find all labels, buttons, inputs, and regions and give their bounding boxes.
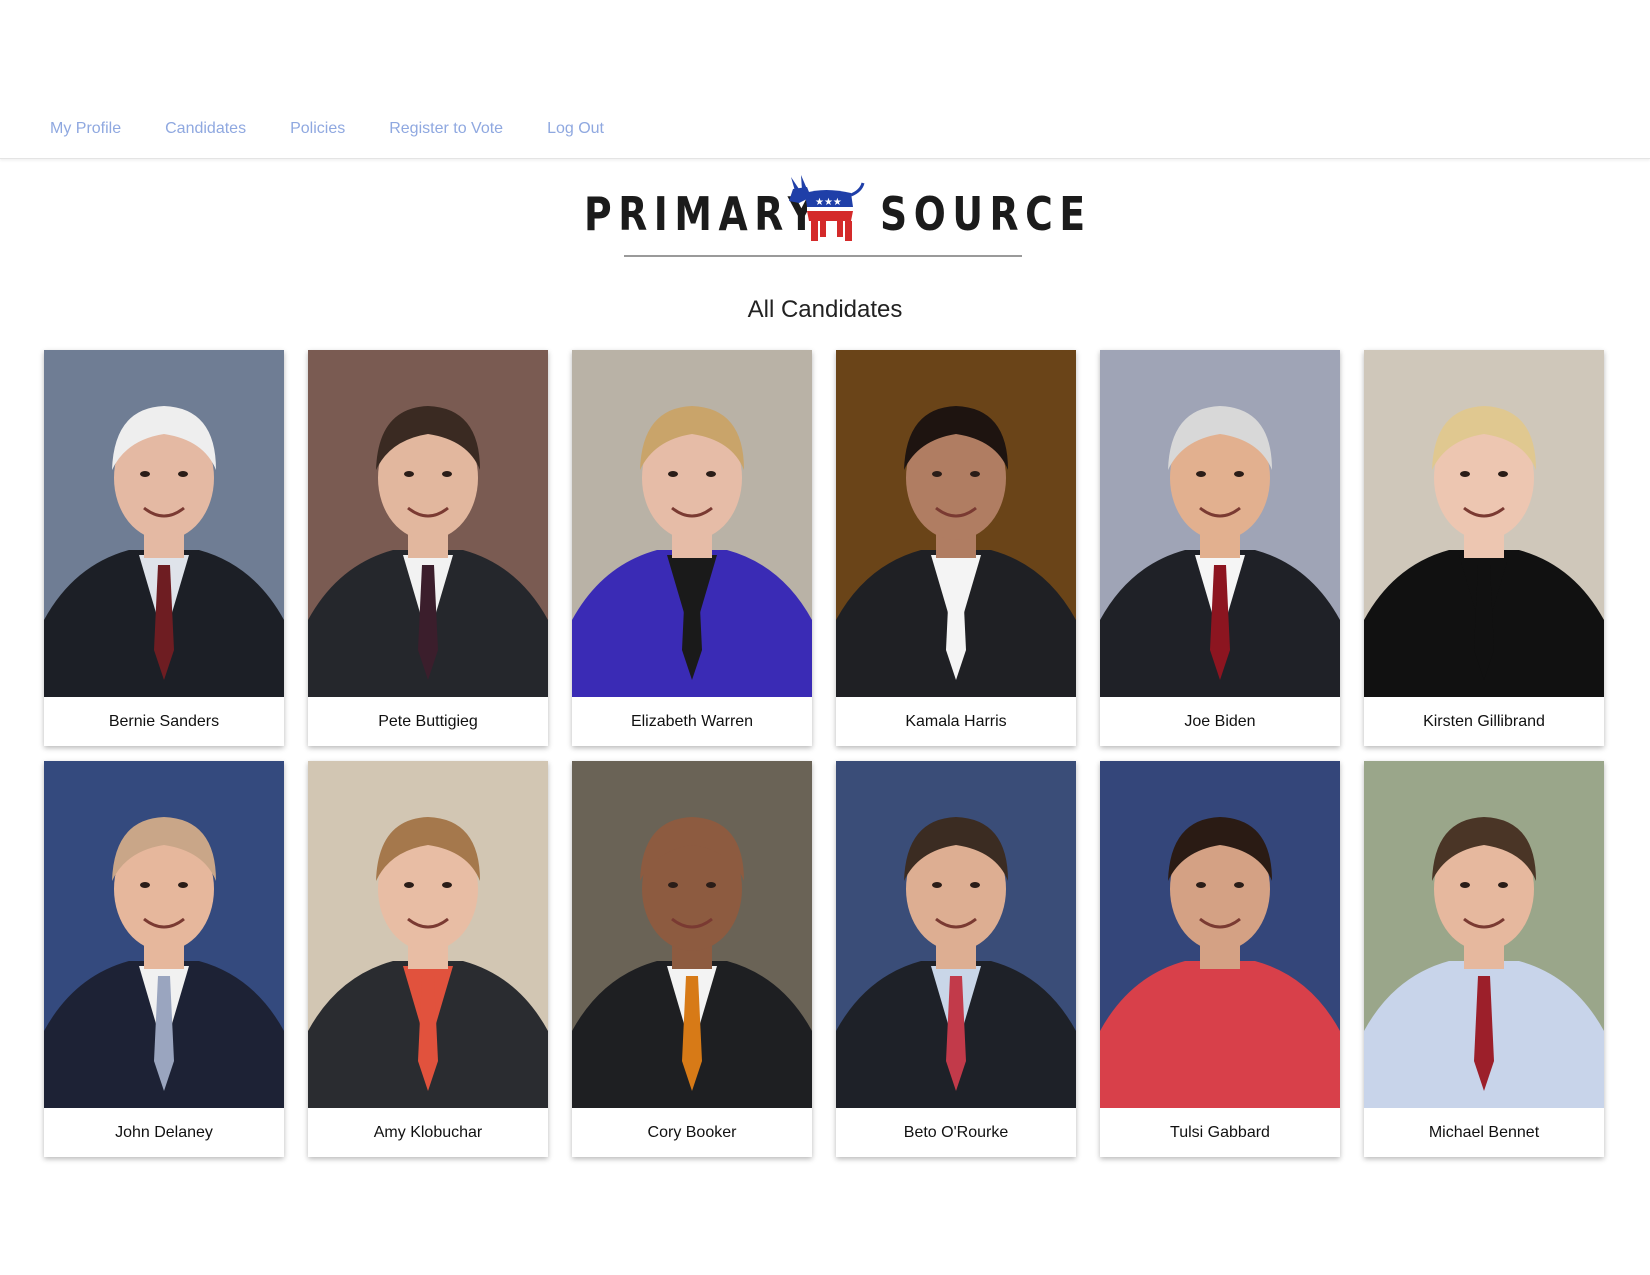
portrait-image [308, 350, 548, 697]
logo-underline [624, 255, 1022, 257]
portrait-eye [1234, 471, 1244, 477]
candidate-name[interactable]: Kirsten Gillibrand [1364, 697, 1604, 746]
nav-links: My Profile Candidates Policies Register … [50, 120, 648, 138]
candidate-portrait[interactable] [308, 350, 548, 697]
portrait-eye [1460, 471, 1470, 477]
portrait-eye [442, 471, 452, 477]
portrait-eye [932, 471, 942, 477]
portrait-image [836, 350, 1076, 697]
candidate-portrait[interactable] [836, 761, 1076, 1108]
candidate-grid: Bernie Sanders Pete Buttigieg Elizabeth Wa… [44, 350, 1606, 1157]
portrait-eye [1460, 882, 1470, 888]
nav-link-candidates[interactable]: Candidates [165, 120, 246, 138]
portrait-eye [1498, 471, 1508, 477]
democratic-donkey-icon: ★★★ [789, 175, 865, 241]
portrait-eye [1498, 882, 1508, 888]
candidate-card[interactable]: Cory Booker [572, 761, 812, 1157]
candidate-portrait[interactable] [1100, 761, 1340, 1108]
svg-text:★★★: ★★★ [815, 197, 842, 208]
portrait-eye [932, 882, 942, 888]
candidate-name[interactable]: Cory Booker [572, 1108, 812, 1157]
nav-link-my-profile[interactable]: My Profile [50, 120, 121, 138]
portrait-eye [970, 882, 980, 888]
candidate-name[interactable]: Joe Biden [1100, 697, 1340, 746]
candidate-card[interactable]: Beto O'Rourke [836, 761, 1076, 1157]
portrait-image [572, 350, 812, 697]
portrait-image [44, 761, 284, 1108]
candidate-card[interactable]: John Delaney [44, 761, 284, 1157]
candidate-name[interactable]: Tulsi Gabbard [1100, 1108, 1340, 1157]
portrait-eye [970, 471, 980, 477]
portrait-image [308, 761, 548, 1108]
portrait-image [1100, 761, 1340, 1108]
candidate-portrait[interactable] [1364, 761, 1604, 1108]
portrait-eye [1196, 471, 1206, 477]
portrait-image [44, 350, 284, 697]
portrait-eye [178, 471, 188, 477]
portrait-image [836, 761, 1076, 1108]
portrait-eye [668, 471, 678, 477]
candidate-portrait[interactable] [44, 761, 284, 1108]
candidate-portrait[interactable] [572, 350, 812, 697]
portrait-eye [706, 471, 716, 477]
candidate-card[interactable]: Elizabeth Warren [572, 350, 812, 746]
candidate-name[interactable]: Elizabeth Warren [572, 697, 812, 746]
top-navigation-bar: My Profile Candidates Policies Register … [0, 0, 1650, 159]
candidate-portrait[interactable] [308, 761, 548, 1108]
candidate-portrait[interactable] [1364, 350, 1604, 697]
candidate-card[interactable]: Amy Klobuchar [308, 761, 548, 1157]
portrait-eye [706, 882, 716, 888]
candidate-portrait[interactable] [1100, 350, 1340, 697]
portrait-image [1100, 350, 1340, 697]
logo-word-source: SOURCE [880, 187, 1092, 241]
candidate-name[interactable]: John Delaney [44, 1108, 284, 1157]
portrait-eye [178, 882, 188, 888]
candidate-name[interactable]: Amy Klobuchar [308, 1108, 548, 1157]
page-heading: All Candidates [747, 296, 903, 323]
portrait-eye [404, 471, 414, 477]
candidate-card[interactable]: Bernie Sanders [44, 350, 284, 746]
portrait-eye [668, 882, 678, 888]
candidate-card[interactable]: Kirsten Gillibrand [1364, 350, 1604, 746]
portrait-eye [1234, 882, 1244, 888]
nav-link-policies[interactable]: Policies [290, 120, 345, 138]
nav-link-log-out[interactable]: Log Out [547, 120, 604, 138]
portrait-eye [140, 471, 150, 477]
candidate-card[interactable]: Kamala Harris [836, 350, 1076, 746]
portrait-image [1364, 350, 1604, 697]
candidate-name[interactable]: Michael Bennet [1364, 1108, 1604, 1157]
candidate-card[interactable]: Joe Biden [1100, 350, 1340, 746]
candidate-portrait[interactable] [836, 350, 1076, 697]
nav-link-register-to-vote[interactable]: Register to Vote [389, 120, 503, 138]
portrait-image [1364, 761, 1604, 1108]
candidate-name[interactable]: Beto O'Rourke [836, 1108, 1076, 1157]
portrait-eye [404, 882, 414, 888]
candidate-name[interactable]: Bernie Sanders [44, 697, 284, 746]
candidate-name[interactable]: Kamala Harris [836, 697, 1076, 746]
portrait-eye [140, 882, 150, 888]
portrait-eye [1196, 882, 1206, 888]
candidate-card[interactable]: Pete Buttigieg [308, 350, 548, 746]
portrait-image [572, 761, 812, 1108]
candidate-portrait[interactable] [572, 761, 812, 1108]
portrait-eye [442, 882, 452, 888]
candidate-card[interactable]: Michael Bennet [1364, 761, 1604, 1157]
candidate-card[interactable]: Tulsi Gabbard [1100, 761, 1340, 1157]
site-logo[interactable]: PRIMARY ★★★ SOURCE [580, 175, 1085, 260]
candidate-name[interactable]: Pete Buttigieg [308, 697, 548, 746]
candidate-portrait[interactable] [44, 350, 284, 697]
